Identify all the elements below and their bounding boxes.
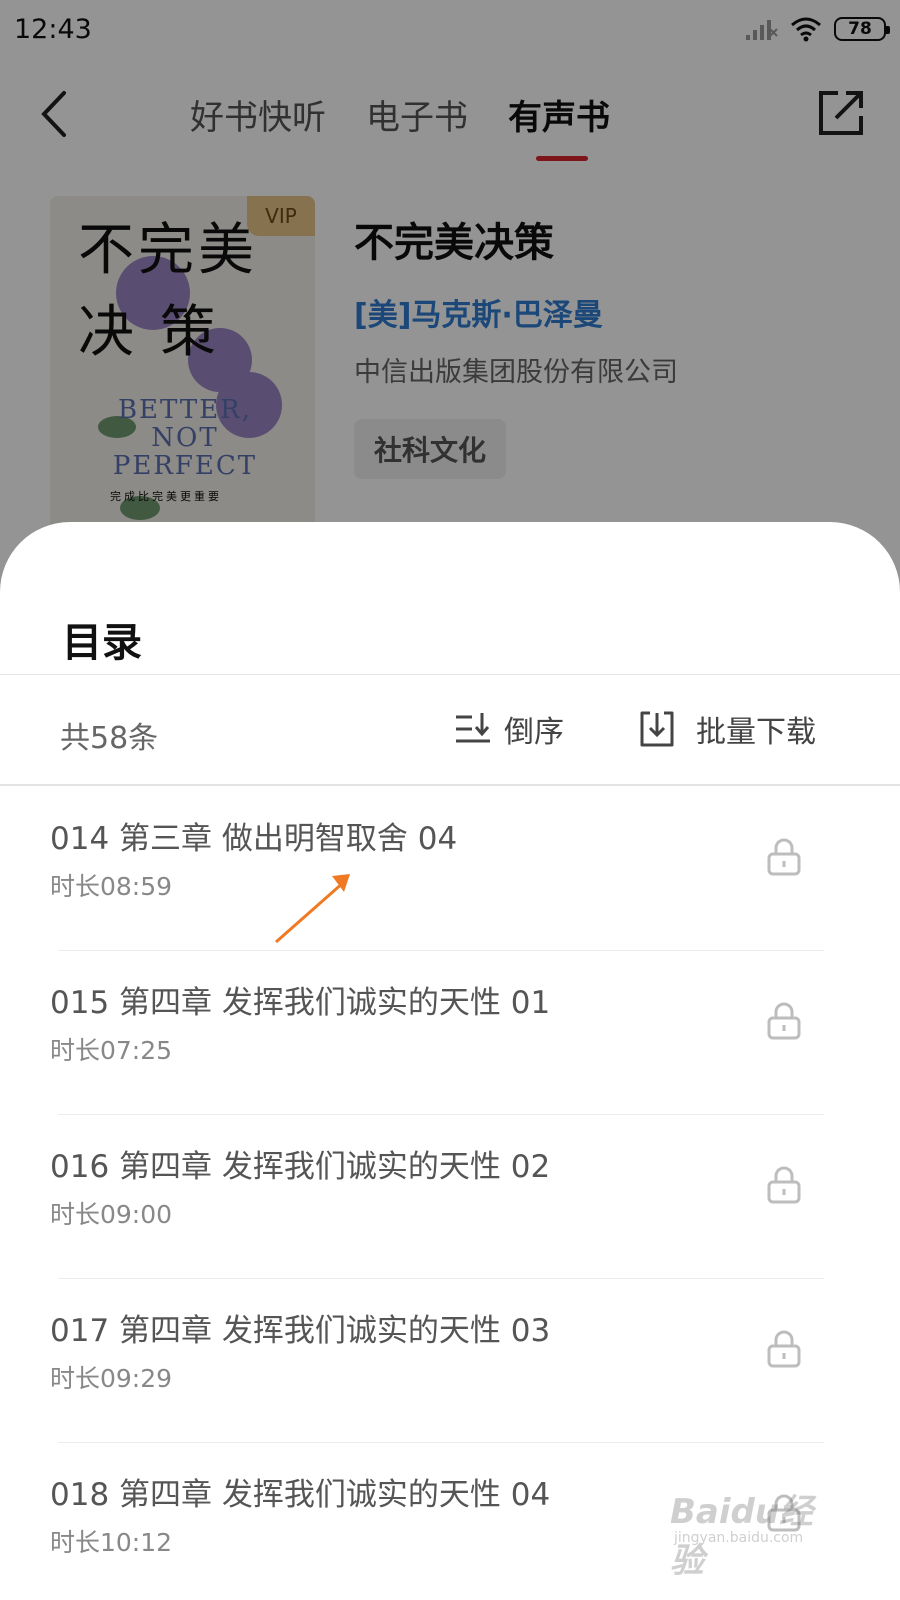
- content-type-tabs: 好书快听 电子书 有声书: [190, 90, 610, 161]
- episode-title: 017 第四章 发挥我们诚实的天性 03: [50, 1313, 551, 1349]
- top-nav: 好书快听 电子书 有声书: [0, 70, 900, 170]
- cover-title: 不完美 决 策: [78, 210, 258, 374]
- episode-duration: 时长09:00: [50, 1200, 173, 1229]
- status-bar: 12:43 78: [0, 0, 900, 62]
- status-time: 12:43: [14, 14, 92, 45]
- cover-title-line2: 决 策: [78, 300, 220, 365]
- battery-indicator: 78: [834, 17, 890, 41]
- reverse-order-label: 倒序: [504, 715, 564, 750]
- episode-title: 014 第三章 做出明智取舍 04: [50, 821, 458, 857]
- vip-badge: VIP: [247, 196, 315, 236]
- episode-duration: 时长09:29: [50, 1364, 173, 1393]
- episode-count: 共58条: [60, 721, 159, 756]
- tab-audiobook[interactable]: 有声书: [508, 90, 610, 161]
- download-icon: [640, 711, 674, 747]
- episode-item[interactable]: 014 第三章 做出明智取舍 04 时长08:59: [0, 787, 900, 951]
- share-icon: [819, 91, 863, 135]
- batch-download-label: 批量下载: [696, 715, 816, 750]
- back-button[interactable]: [28, 84, 78, 144]
- tab-ebook[interactable]: 电子书: [366, 90, 468, 139]
- episode-title: 018 第四章 发挥我们诚实的天性 04: [50, 1477, 551, 1513]
- cover-subtitle: 完成比完美更重要: [110, 490, 222, 503]
- tab-quick-listen[interactable]: 好书快听: [190, 90, 326, 139]
- lock-icon: [767, 1330, 801, 1368]
- batch-download-button[interactable]: 批量下载: [638, 707, 816, 751]
- chevron-left-icon: [41, 91, 66, 137]
- book-publisher: 中信出版集团股份有限公司: [354, 357, 678, 388]
- episode-title: 016 第四章 发挥我们诚实的天性 02: [50, 1149, 551, 1185]
- episode-duration: 时长08:59: [50, 872, 173, 901]
- catalog-title: 目录: [62, 620, 142, 666]
- divider: [0, 674, 900, 675]
- divider: [0, 784, 900, 786]
- sort-reverse-icon: [456, 713, 490, 743]
- lock-icon: [767, 838, 801, 876]
- episode-duration: 时长07:25: [50, 1036, 173, 1065]
- book-author[interactable]: [美]马克斯·巴泽曼: [354, 290, 678, 334]
- book-info: 不完美决策 [美]马克斯·巴泽曼 中信出版集团股份有限公司 社科文化: [354, 210, 678, 479]
- status-icons: 78: [744, 16, 890, 42]
- signal-icon: [746, 20, 778, 40]
- book-cover[interactable]: 不完美 决 策 VIP BETTER, NOT PERFECT 完成比完美更重要: [50, 196, 315, 536]
- lock-icon: [767, 1494, 801, 1532]
- cover-title-line1: 不完美: [78, 218, 258, 283]
- reverse-order-button[interactable]: 倒序: [454, 707, 564, 751]
- lock-icon: [767, 1002, 801, 1040]
- category-tag[interactable]: 社科文化: [354, 419, 507, 479]
- episode-duration: 时长10:12: [50, 1528, 173, 1557]
- episode-item[interactable]: 017 第四章 发挥我们诚实的天性 03 时长09:29: [0, 1279, 900, 1443]
- book-title: 不完美决策: [354, 220, 554, 266]
- episode-item[interactable]: 015 第四章 发挥我们诚实的天性 01 时长07:25: [0, 951, 900, 1115]
- episode-item[interactable]: 018 第四章 发挥我们诚实的天性 04 时长10:12: [0, 1443, 900, 1600]
- book-detail-page: 12:43 78 好书快听 电子书 有声书 不完美 决 策 VIP BETTER…: [0, 0, 900, 600]
- lock-icon: [767, 1166, 801, 1204]
- cover-english-title: BETTER, NOT PERFECT: [112, 395, 258, 481]
- episode-item[interactable]: 016 第四章 发挥我们诚实的天性 02 时长09:00: [0, 1115, 900, 1279]
- episode-title: 015 第四章 发挥我们诚实的天性 01: [50, 985, 551, 1021]
- wifi-icon: [791, 17, 821, 42]
- episode-list: 014 第三章 做出明智取舍 04 时长08:59 015 第四章 发挥我们诚实…: [0, 787, 900, 1600]
- catalog-sheet: 目录 共58条 倒序 批量下载 014 第三章 做出明智取舍 04 时长08:5…: [0, 522, 900, 1600]
- share-button[interactable]: [816, 88, 866, 138]
- catalog-toolbar: 共58条 倒序 批量下载: [0, 677, 900, 787]
